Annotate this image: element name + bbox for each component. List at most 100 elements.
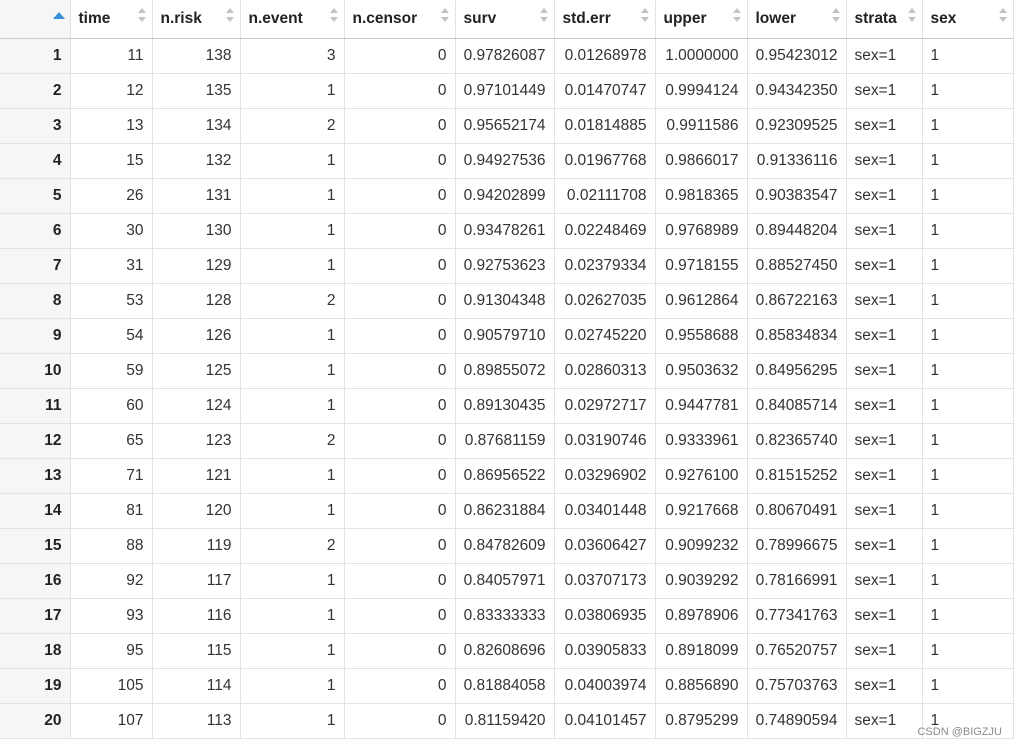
table-row[interactable]: 17 93 116 1 0 0.83333333 0.03806935 0.8978906 0.… — [0, 598, 1014, 634]
cell-surv: 0.92753623 — [455, 248, 555, 284]
cell-time: 54 — [70, 318, 153, 354]
cell-strata: sex=1 — [846, 143, 923, 179]
column-label: n.censor — [352, 10, 418, 27]
cell-lower: 0.84085714 — [747, 388, 847, 424]
sort-icon[interactable] — [440, 7, 449, 25]
cell-upper: 0.9911586 — [655, 108, 748, 144]
table-row[interactable]: 19 105 114 1 0 0.81884058 0.04003974 0.8856890 0… — [0, 668, 1014, 704]
cell-time: 65 — [70, 423, 153, 459]
sort-icon[interactable] — [831, 7, 840, 25]
table-row[interactable]: 20 107 113 1 0 0.81159420 0.04101457 0.8795299 0… — [0, 703, 1014, 739]
cell-time: 93 — [70, 598, 153, 634]
cell-time: 59 — [70, 353, 153, 389]
cell-strata: sex=1 — [846, 598, 923, 634]
cell-std-err: 0.02860313 — [554, 353, 656, 389]
sort-icon[interactable] — [640, 7, 649, 25]
table-row[interactable]: 13 71 121 1 0 0.86956522 0.03296902 0.9276100 0.… — [0, 458, 1014, 494]
cell-n-risk: 124 — [152, 388, 241, 424]
cell-n-risk: 131 — [152, 178, 241, 214]
cell-lower: 0.91336116 — [747, 143, 847, 179]
cell-surv: 0.93478261 — [455, 213, 555, 249]
cell-row-index: 18 — [0, 633, 71, 669]
cell-n-event: 2 — [240, 283, 345, 319]
cell-upper: 0.9818365 — [655, 178, 748, 214]
cell-lower: 0.89448204 — [747, 213, 847, 249]
cell-sex: 1 — [922, 283, 1014, 319]
table-row[interactable]: 15 88 119 2 0 0.84782609 0.03606427 0.9099232 0.… — [0, 528, 1014, 564]
cell-row-index: 3 — [0, 108, 71, 144]
table-row[interactable]: 18 95 115 1 0 0.82608696 0.03905833 0.8918099 0.… — [0, 633, 1014, 669]
table-row[interactable]: 5 26 131 1 0 0.94202899 0.02111708 0.9818365 0.9… — [0, 178, 1014, 214]
table-row[interactable]: 6 30 130 1 0 0.93478261 0.02248469 0.9768989 0.8… — [0, 213, 1014, 249]
cell-time: 13 — [70, 108, 153, 144]
cell-lower: 0.84956295 — [747, 353, 847, 389]
cell-n-risk: 132 — [152, 143, 241, 179]
cell-n-event: 1 — [240, 318, 345, 354]
sort-icon[interactable] — [999, 7, 1007, 25]
sort-icon[interactable] — [329, 7, 338, 25]
cell-sex: 1 — [922, 668, 1014, 704]
table-row[interactable]: 4 15 132 1 0 0.94927536 0.01967768 0.9866017 0.9… — [0, 143, 1014, 179]
column-header-time[interactable]: time — [70, 0, 153, 39]
cell-row-index: 15 — [0, 528, 71, 564]
column-header-n-event[interactable]: n.event — [240, 0, 345, 39]
sort-ascending-icon[interactable] — [53, 12, 65, 19]
sort-icon[interactable] — [907, 7, 916, 25]
table-row[interactable]: 16 92 117 1 0 0.84057971 0.03707173 0.9039292 0.… — [0, 563, 1014, 599]
table-row[interactable]: 10 59 125 1 0 0.89855072 0.02860313 0.9503632 0.… — [0, 353, 1014, 389]
cell-n-censor: 0 — [344, 388, 456, 424]
cell-strata: sex=1 — [846, 108, 923, 144]
sort-icon[interactable] — [225, 7, 234, 25]
cell-row-index: 11 — [0, 388, 71, 424]
cell-n-censor: 0 — [344, 703, 456, 739]
cell-strata: sex=1 — [846, 178, 923, 214]
table-row[interactable]: 8 53 128 2 0 0.91304348 0.02627035 0.9612864 0.8… — [0, 283, 1014, 319]
column-header-std-err[interactable]: std.err — [554, 0, 656, 39]
table-row[interactable]: 9 54 126 1 0 0.90579710 0.02745220 0.9558688 0.8… — [0, 318, 1014, 354]
column-header-index[interactable] — [0, 0, 71, 39]
cell-lower: 0.76520757 — [747, 633, 847, 669]
cell-std-err: 0.04101457 — [554, 703, 656, 739]
column-header-surv[interactable]: surv — [455, 0, 555, 39]
cell-sex: 1 — [922, 458, 1014, 494]
sort-icon[interactable] — [137, 7, 146, 25]
column-header-sex[interactable]: sex — [922, 0, 1014, 39]
cell-sex: 1 — [922, 353, 1014, 389]
column-header-n-risk[interactable]: n.risk — [152, 0, 241, 39]
cell-row-index: 7 — [0, 248, 71, 284]
cell-row-index: 14 — [0, 493, 71, 529]
cell-row-index: 9 — [0, 318, 71, 354]
cell-upper: 0.8795299 — [655, 703, 748, 739]
cell-std-err: 0.02972717 — [554, 388, 656, 424]
table-row[interactable]: 12 65 123 2 0 0.87681159 0.03190746 0.9333961 0.… — [0, 423, 1014, 459]
sort-icon[interactable] — [732, 7, 741, 25]
cell-surv: 0.89855072 — [455, 353, 555, 389]
cell-n-censor: 0 — [344, 38, 456, 74]
cell-row-index: 12 — [0, 423, 71, 459]
cell-upper: 0.9612864 — [655, 283, 748, 319]
cell-n-risk: 129 — [152, 248, 241, 284]
table-row[interactable]: 2 12 135 1 0 0.97101449 0.01470747 0.9994124 0.9… — [0, 73, 1014, 109]
cell-n-censor: 0 — [344, 458, 456, 494]
cell-strata: sex=1 — [846, 528, 923, 564]
table-row[interactable]: 11 60 124 1 0 0.89130435 0.02972717 0.9447781 0.… — [0, 388, 1014, 424]
cell-row-index: 5 — [0, 178, 71, 214]
column-header-lower[interactable]: lower — [747, 0, 847, 39]
column-header-upper[interactable]: upper — [655, 0, 748, 39]
cell-std-err: 0.02111708 — [554, 178, 656, 214]
cell-n-censor: 0 — [344, 213, 456, 249]
sort-icon[interactable] — [539, 7, 548, 25]
column-header-n-censor[interactable]: n.censor — [344, 0, 456, 39]
table-row[interactable]: 14 81 120 1 0 0.86231884 0.03401448 0.9217668 0.… — [0, 493, 1014, 529]
cell-std-err: 0.02379334 — [554, 248, 656, 284]
cell-n-censor: 0 — [344, 528, 456, 564]
column-header-strata[interactable]: strata — [846, 0, 923, 39]
column-label: sex — [930, 10, 957, 27]
cell-sex: 1 — [922, 423, 1014, 459]
table-row[interactable]: 1 11 138 3 0 0.97826087 0.01268978 1.0000000 0.9… — [0, 38, 1014, 74]
table-row[interactable]: 7 31 129 1 0 0.92753623 0.02379334 0.9718155 0.8… — [0, 248, 1014, 284]
table-row[interactable]: 3 13 134 2 0 0.95652174 0.01814885 0.9911586 0.9… — [0, 108, 1014, 144]
cell-std-err: 0.01967768 — [554, 143, 656, 179]
cell-surv: 0.91304348 — [455, 283, 555, 319]
cell-sex: 1 — [922, 633, 1014, 669]
